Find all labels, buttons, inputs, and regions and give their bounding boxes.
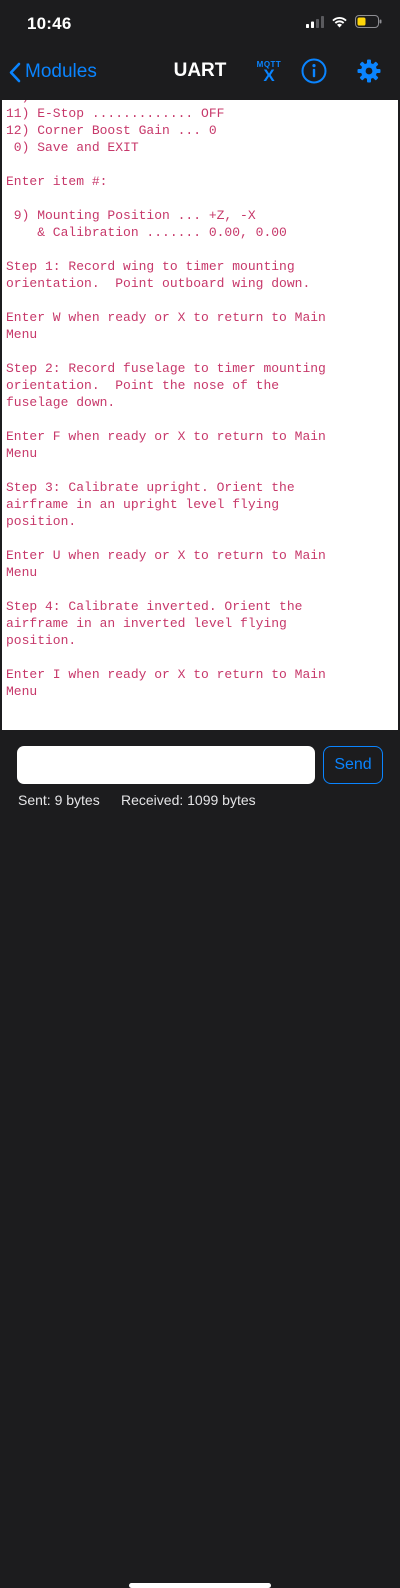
received-bytes-label: Received: 1099 bytes [121,792,256,808]
status-bar: 10:46 [0,0,400,48]
gear-icon[interactable] [357,59,381,83]
info-icon[interactable] [301,58,327,84]
back-button-label: Modules [25,61,97,82]
input-bar: Send Sent: 9 bytes Received: 1099 bytes [0,730,400,1588]
cellular-signal-icon [306,15,324,28]
sent-bytes-label: Sent: 9 bytes [18,792,100,808]
battery-icon [355,15,382,28]
message-input[interactable] [17,746,315,784]
mqtt-icon-x: X [263,66,275,85]
mqtt-button[interactable]: MQTT X [255,58,285,88]
wifi-icon [332,16,347,27]
chevron-left-icon [9,62,21,82]
terminal-text: 10) Overhead Boost ...... 5 11) E-Stop .… [6,100,326,699]
status-icons [306,15,382,28]
home-indicator [129,1583,271,1588]
send-button[interactable]: Send [323,746,383,784]
status-time: 10:46 [27,14,72,33]
terminal-output[interactable]: 10) Overhead Boost ...... 5 11) E-Stop .… [2,100,398,730]
back-button[interactable]: Modules [8,57,97,87]
navigation-bar: Modules UART MQTT X [0,48,400,100]
